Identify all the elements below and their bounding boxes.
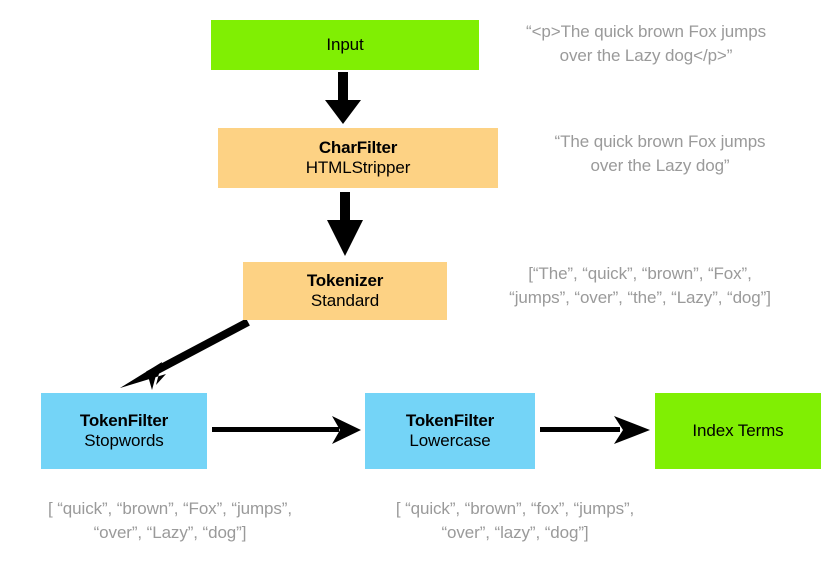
node-stopwords-title: TokenFilter [79,410,169,430]
annotation-lowercase: [ “quick”, “brown”, “fox”, “jumps”, “ove… [345,497,685,545]
node-lowercase-subtitle: Lowercase [409,431,491,450]
node-index-terms[interactable]: Index Terms [655,393,821,469]
annotation-tokenizer: [“The”, “quick”, “brown”, “Fox”, “jumps”… [460,262,820,310]
arrow-lowercase-to-indexterms [540,416,650,444]
annotation-tokenizer-line1: [“The”, “quick”, “brown”, “Fox”, [528,264,752,283]
arrow-input-to-charfilter [325,72,361,124]
annotation-stopwords-line1: [ “quick”, “brown”, “Fox”, “jumps”, [48,499,292,518]
annotation-lowercase-line1: [ “quick”, “brown”, “fox”, “jumps”, [395,499,635,518]
node-tokenizer-subtitle: Standard [310,291,380,310]
node-stopwords-subtitle: Stopwords [84,431,164,450]
node-tokenfilter-stopwords[interactable]: TokenFilter Stopwords [41,393,207,469]
annotation-charfilter: “The quick brown Fox jumps over the Lazy… [500,130,820,178]
annotation-input-line2: over the Lazy dog</p>” [559,46,733,66]
node-tokenizer[interactable]: Tokenizer Standard [243,262,447,320]
arrow-stopwords-to-lowercase [212,416,361,444]
annotation-charfilter-line2: over the Lazy dog” [590,156,730,176]
annotation-stopwords-line2: “over”, “Lazy”, “dog”] [93,523,247,543]
node-index-terms-label: Index Terms [692,420,784,440]
diagram-canvas: Input CharFilter HTMLStripper Tokenizer … [0,0,831,561]
node-charfilter-title: CharFilter [318,137,398,157]
node-lowercase-title: TokenFilter [405,410,495,430]
annotation-tokenizer-line2: “jumps”, “over”, “the”, “Lazy”, “dog”] [509,288,771,308]
node-charfilter-subtitle: HTMLStripper [305,158,411,177]
node-input-label: Input [326,34,364,54]
annotation-input-line1: “<p>The quick brown Fox jumps [526,22,766,41]
annotation-stopwords: [ “quick”, “brown”, “Fox”, “jumps”, “ove… [0,497,340,545]
node-tokenizer-title: Tokenizer [306,270,384,290]
annotation-charfilter-line1: “The quick brown Fox jumps [554,132,766,151]
annotation-input: “<p>The quick brown Fox jumps over the L… [481,20,811,68]
arrow-tokenizer-to-stopwords [120,318,250,390]
node-tokenfilter-lowercase[interactable]: TokenFilter Lowercase [365,393,535,469]
annotation-lowercase-line2: “over”, “lazy”, “dog”] [441,523,589,543]
node-input[interactable]: Input [211,20,479,70]
node-charfilter[interactable]: CharFilter HTMLStripper [218,128,498,188]
arrow-charfilter-to-tokenizer [327,192,363,256]
